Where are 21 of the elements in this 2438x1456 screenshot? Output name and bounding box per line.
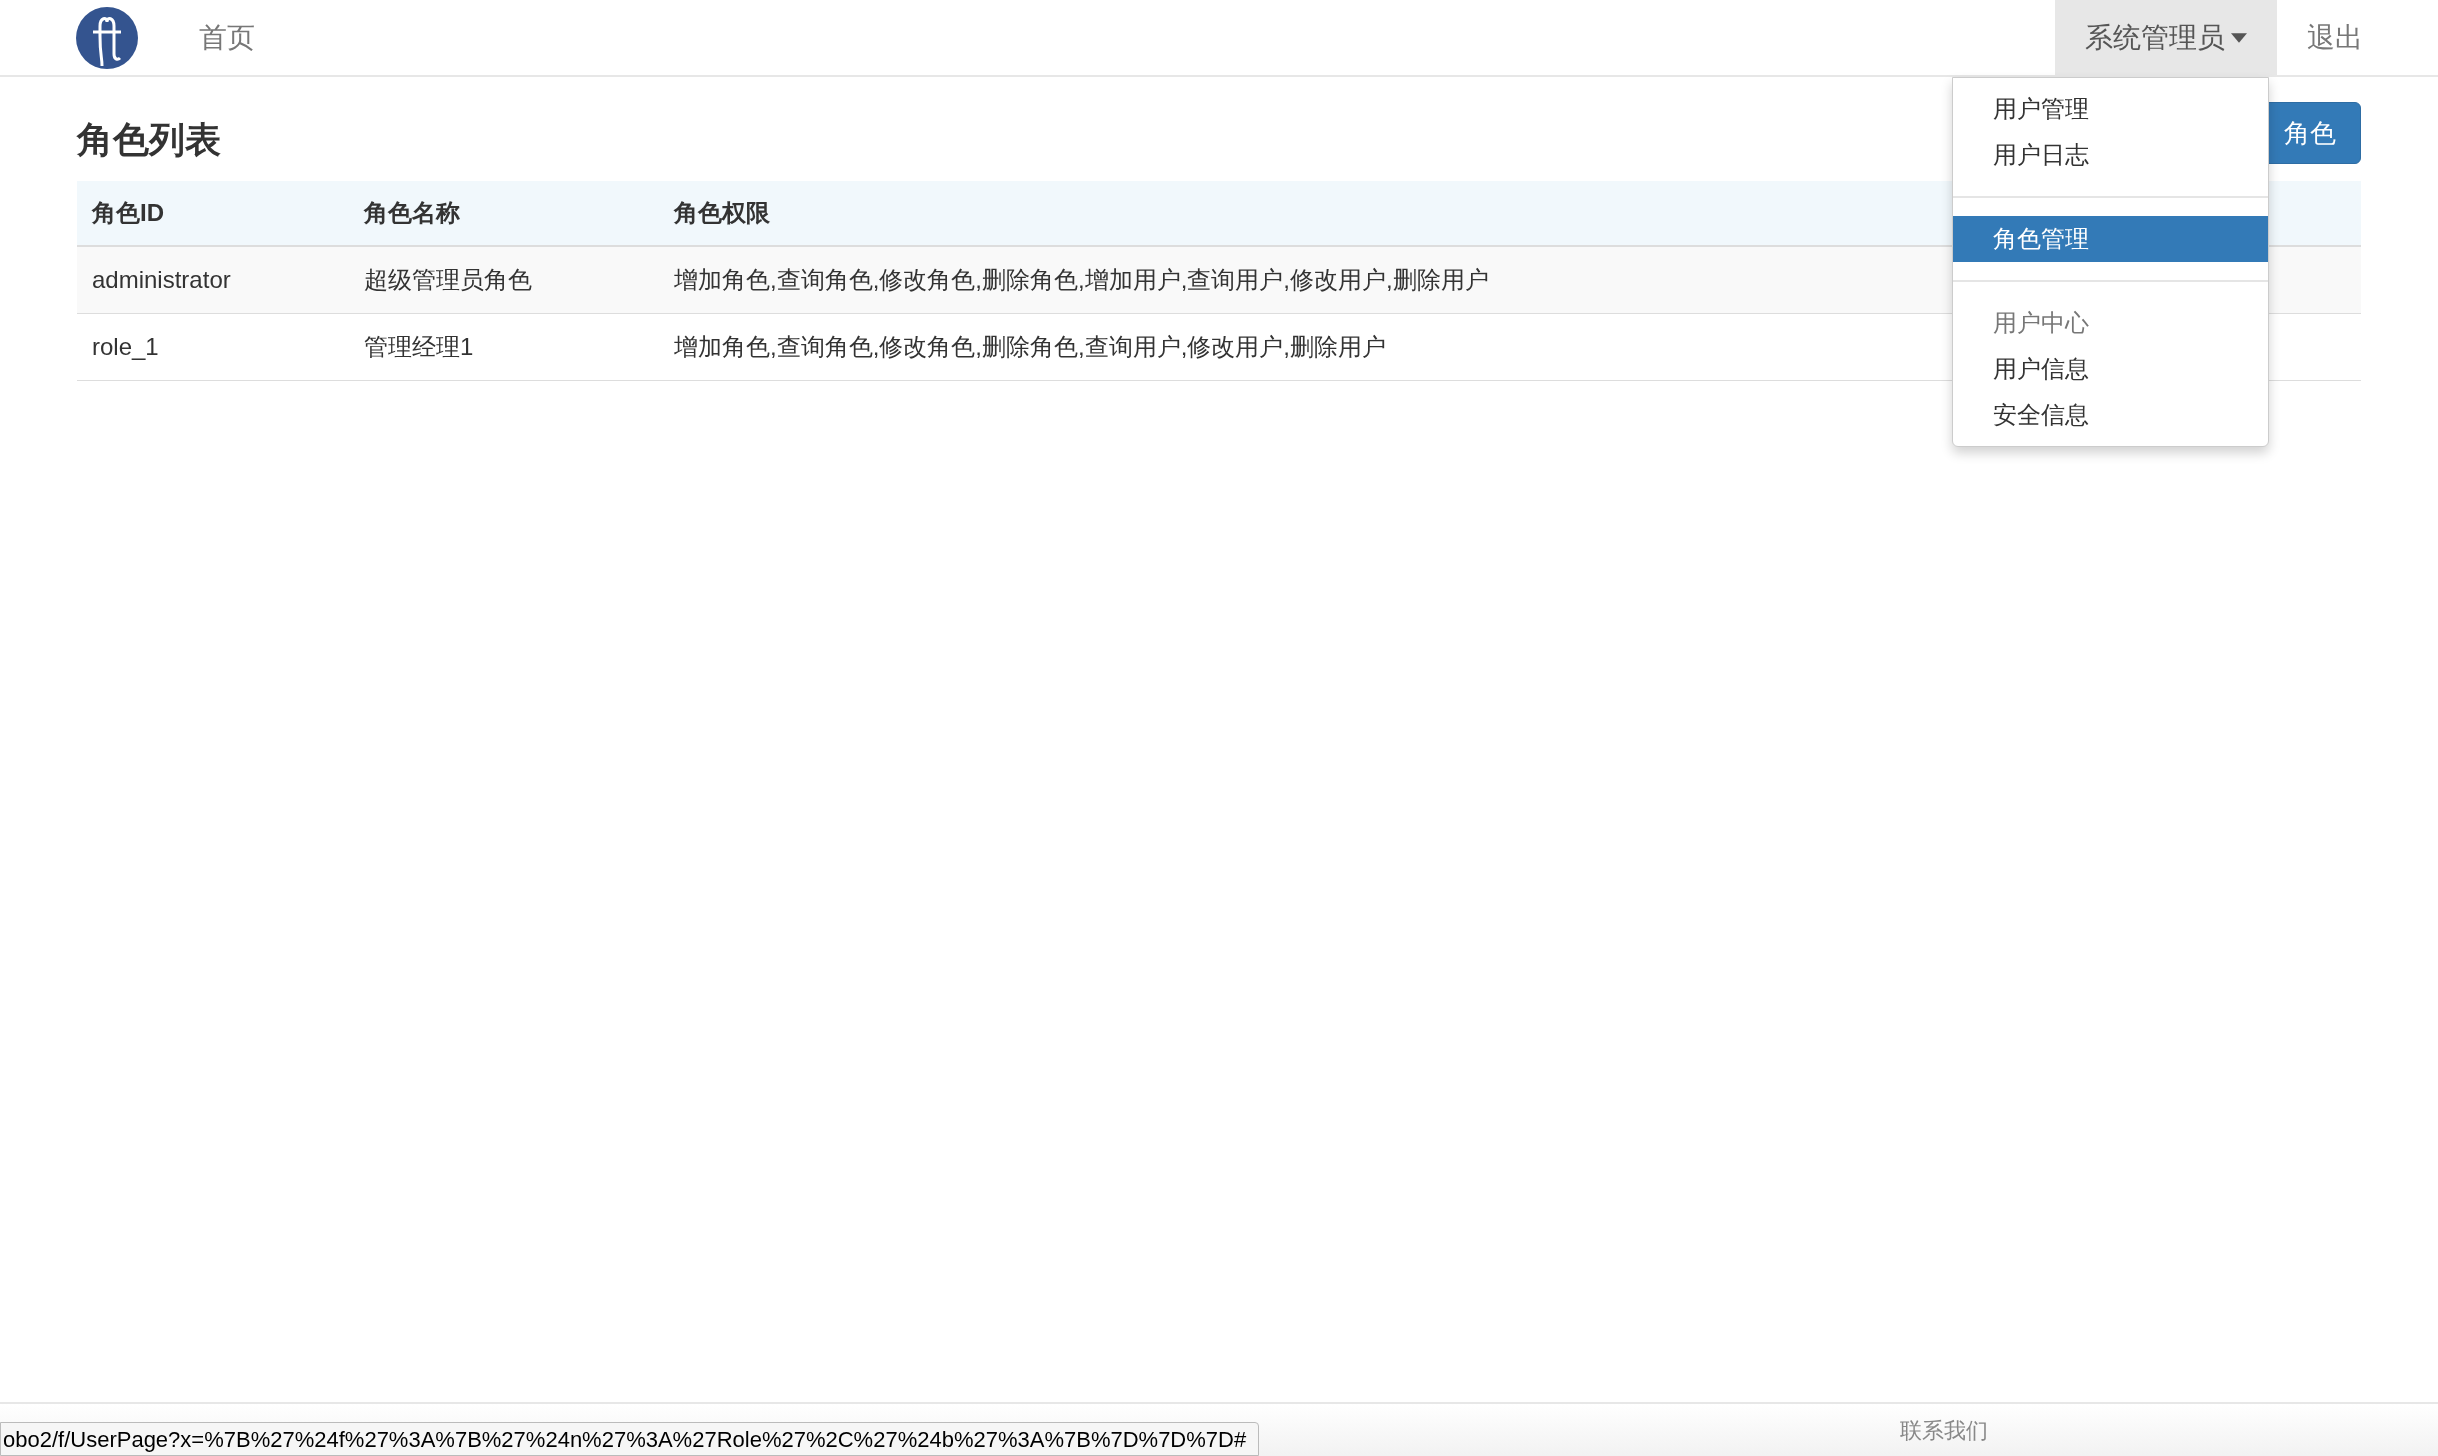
menu-header: 用户中心: [1992, 308, 2090, 338]
table-cell-text: 增加角色,查询角色,修改角色,删除角色,查询用户,修改用户,删除用户: [673, 332, 1387, 362]
column-header: 角色权限: [672, 198, 771, 228]
table-cell-text: role_1: [91, 332, 160, 362]
caret-icon: [2231, 32, 2247, 43]
table-cell-text: 超级管理员角色: [363, 265, 533, 295]
table-cell-text: 增加角色,查询角色,修改角色,删除角色,增加用户,查询用户,修改用户,删除用户: [673, 265, 1490, 295]
logo-icon[interactable]: [75, 5, 139, 70]
menu-item[interactable]: 用户信息: [1953, 346, 2268, 392]
user-menu-toggle[interactable]: 系统管理员: [2055, 0, 2277, 75]
menu-item[interactable]: 安全信息: [1953, 392, 2268, 438]
status-bar-url: obo2/f/UserPage?x=%7B%27%24f%27%3A%7B%27%24n%27%3A%27Role%27%2C%27%24b%27%3A%7B%7D%7D%7D#: [0, 1422, 1260, 1456]
menu-item[interactable]: 角色管理: [1953, 216, 2268, 262]
nav-link[interactable]: 首页: [199, 16, 255, 59]
contact-link[interactable]: 联系我们: [1900, 1413, 1988, 1447]
column-header: 角色ID: [90, 198, 165, 228]
page-title: 角色列表: [77, 118, 221, 162]
table-cell-text: 管理经理1: [363, 332, 475, 362]
table-cell-text: administrator: [91, 265, 232, 295]
logout-link[interactable]: 退出: [2307, 16, 2363, 59]
column-header: 角色名称: [362, 198, 461, 228]
